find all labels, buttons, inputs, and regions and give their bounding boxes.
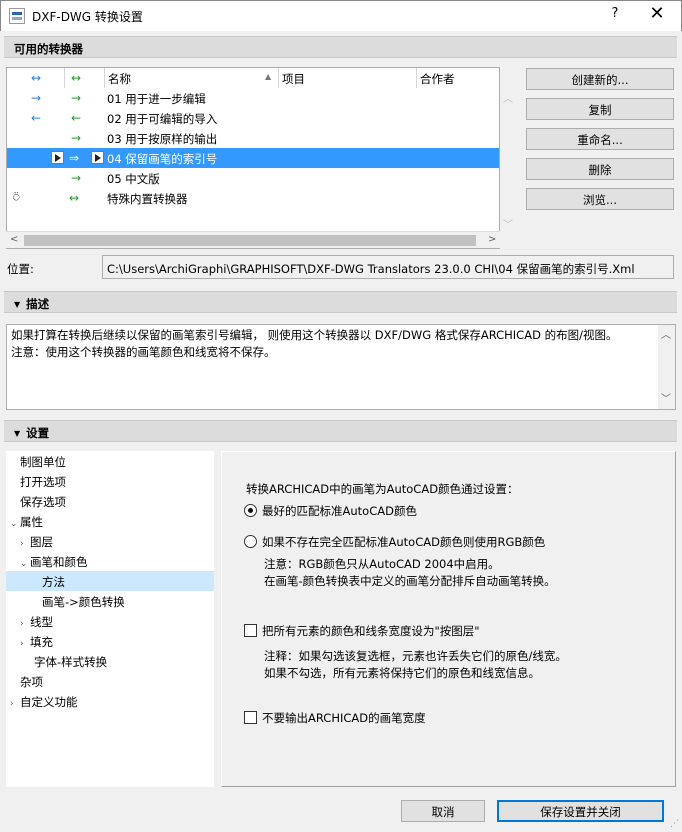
tree-item-open-options[interactable]: 打开选项 <box>6 471 214 491</box>
bidirectional-icon: ↔ <box>69 191 80 205</box>
section-title: 设置 <box>26 426 50 440</box>
column-header-project[interactable]: 项目 <box>279 68 417 88</box>
chevron-down-icon[interactable]: ⌄ <box>20 559 30 569</box>
translator-row[interactable]: → 05 中文版 <box>7 168 499 188</box>
import-direction-icon: → <box>31 91 42 105</box>
radio-best-match[interactable] <box>244 504 257 517</box>
section-title: 可用的转换器 <box>14 42 83 56</box>
location-path-field: C:\Users\ArchiGraphi\GRAPHISOFT\DXF-DWG … <box>102 255 674 279</box>
translator-row[interactable]: → → 01 用于进一步编辑 <box>7 88 499 108</box>
description-header[interactable]: ▼ 描述 <box>4 291 677 313</box>
export-direction-icon: → <box>71 131 82 145</box>
settings-panel: 转换ARCHICAD中的画笔为AutoCAD颜色通过设置： 最好的匹配标准Aut… <box>221 451 676 787</box>
translator-row[interactable]: ⍥ ↔ 特殊内置转换器 <box>7 188 499 208</box>
scroll-down-icon[interactable]: ﹀ <box>661 391 671 408</box>
sort-asc-icon: ▲ <box>265 72 272 81</box>
column-header-name[interactable]: 名称 ▲ <box>105 68 279 88</box>
tree-item-custom-features[interactable]: › 自定义功能 <box>6 691 214 711</box>
delete-button[interactable]: 删除 <box>526 158 674 180</box>
translator-row[interactable]: ← ← 02 用于可编辑的导入 <box>7 108 499 128</box>
checkbox-no-pen-width[interactable] <box>244 711 257 724</box>
translator-row-selected[interactable]: ⇒ 04 保留画笔的索引号 <box>7 148 499 168</box>
translator-name: 03 用于按原样的输出 <box>107 132 218 146</box>
note-by-layer-line-2: 如果不勾选，所有元素将保持它们的原色和线宽信息。 <box>264 666 540 680</box>
cancel-button[interactable]: 取消 <box>401 800 485 822</box>
tree-item-pen-color-mapping[interactable]: 画笔->颜色转换 <box>6 591 214 611</box>
tree-item-layers[interactable]: › 图层 <box>6 531 214 551</box>
lock-icon: ⍥ <box>13 191 20 204</box>
tree-item-fills[interactable]: › 填充 <box>6 631 214 651</box>
checkbox-by-layer-label[interactable]: 把所有元素的颜色和线条宽度设为"按图层" <box>262 623 480 639</box>
column-header-direction-2[interactable]: ↔ <box>65 68 105 88</box>
chevron-right-icon[interactable]: › <box>20 639 30 649</box>
play-icon <box>51 151 64 164</box>
available-translators-header: 可用的转换器 <box>4 36 677 58</box>
save-and-close-button[interactable]: 保存设置并关闭 <box>497 800 664 822</box>
panel-heading: 转换ARCHICAD中的画笔为AutoCAD颜色通过设置： <box>246 482 519 496</box>
scroll-down-icon[interactable]: ﹀ <box>503 216 513 231</box>
translator-row[interactable]: → 03 用于按原样的输出 <box>7 128 499 148</box>
import-direction-icon: ⇒ <box>69 151 80 165</box>
scroll-up-icon[interactable]: ︿ <box>661 327 671 344</box>
duplicate-button[interactable]: 复制 <box>526 98 674 120</box>
app-icon <box>9 8 25 24</box>
tree-item-method[interactable]: 方法 <box>6 571 214 591</box>
scrollbar-thumb[interactable] <box>24 235 476 246</box>
checkbox-no-pen-width-label[interactable]: 不要输出ARCHICAD的画笔宽度 <box>262 710 426 726</box>
translator-name: 05 中文版 <box>107 172 160 186</box>
column-header-partner[interactable]: 合作者 <box>417 68 499 88</box>
chevron-right-icon[interactable]: › <box>10 699 20 709</box>
export-direction-icon: ← <box>71 111 82 125</box>
collapse-triangle-icon[interactable]: ▼ <box>14 429 20 438</box>
close-button[interactable]: ✕ <box>645 3 669 24</box>
window-title: DXF-DWG 转换设置 <box>32 10 143 24</box>
translator-name: 04 保留画笔的索引号 <box>107 152 218 166</box>
scroll-right-icon[interactable]: > <box>488 234 496 245</box>
scroll-up-icon[interactable]: ︿ <box>503 90 513 105</box>
collapse-triangle-icon[interactable]: ▼ <box>14 300 20 309</box>
radio-use-rgb-label[interactable]: 如果不存在完全匹配标准AutoCAD颜色则使用RGB颜色 <box>262 534 545 550</box>
import-direction-icon: ← <box>31 111 42 125</box>
chevron-right-icon[interactable]: › <box>20 619 30 629</box>
tree-item-font-style[interactable]: 字体-样式转换 <box>6 651 214 671</box>
translator-name: 02 用于可编辑的导入 <box>107 112 218 126</box>
description-line-2: 注意：使用这个转换器的画笔颜色和线宽将不保存。 <box>11 345 276 359</box>
tree-item-drawing-units[interactable]: 制图单位 <box>6 451 214 471</box>
export-direction-icon: → <box>71 91 82 105</box>
tree-item-save-options[interactable]: 保存选项 <box>6 491 214 511</box>
translator-name: 01 用于进一步编辑 <box>107 92 206 106</box>
radio-best-match-label[interactable]: 最好的匹配标准AutoCAD颜色 <box>262 503 417 519</box>
rename-button[interactable]: 重命名... <box>526 128 674 150</box>
section-title: 描述 <box>26 297 50 311</box>
settings-header[interactable]: ▼ 设置 <box>4 420 677 442</box>
tree-item-pens-colors[interactable]: ⌄ 画笔和颜色 <box>6 551 214 571</box>
settings-tree[interactable]: 制图单位 打开选项 保存选项 ⌄ 属性 › 图层 ⌄ 画笔和颜色 方法 画笔->颜色转… <box>6 451 214 787</box>
note-rgb-line-2: 在画笔-颜色转换表中定义的画笔分配排斥自动画笔转换。 <box>264 574 556 588</box>
translator-name: 特殊内置转换器 <box>107 192 188 206</box>
column-header-direction-1[interactable]: ↔ <box>7 68 65 88</box>
note-by-layer-line-1: 注释：如果勾选该复选框，元素也许丢失它们的原色/线宽。 <box>264 649 567 663</box>
resize-grip-icon[interactable]: ⋰ <box>670 819 679 829</box>
description-text-box: 如果打算在转换后继续以保留的画笔索引号编辑， 则使用这个转换器以 DXF/DWG… <box>6 324 676 410</box>
tree-item-misc[interactable]: 杂项 <box>6 671 214 691</box>
browse-button[interactable]: 浏览... <box>526 188 674 210</box>
checkbox-by-layer[interactable] <box>244 624 257 637</box>
radio-use-rgb[interactable] <box>244 535 257 548</box>
play-icon <box>91 151 104 164</box>
translator-list[interactable]: ↔ ↔ 名称 ▲ 项目 合作者 → → 01 用于进一步编辑 ← ← 02 用于… <box>6 67 500 249</box>
note-rgb-line-1: 注意：RGB颜色只从AutoCAD 2004中启用。 <box>264 557 500 571</box>
scroll-left-icon[interactable]: < <box>10 234 18 245</box>
horizontal-scrollbar[interactable]: < > <box>6 231 500 248</box>
chevron-right-icon[interactable]: › <box>20 539 30 549</box>
create-new-button[interactable]: 创建新的... <box>526 68 674 90</box>
tree-item-attributes[interactable]: ⌄ 属性 <box>6 511 214 531</box>
description-line-1: 如果打算在转换后继续以保留的画笔索引号编辑， 则使用这个转换器以 DXF/DWG… <box>11 328 618 342</box>
help-button[interactable]: ? <box>605 6 625 21</box>
column-header-name-label: 名称 <box>108 72 131 86</box>
tree-item-line-types[interactable]: › 线型 <box>6 611 214 631</box>
vertical-scrollbar[interactable]: ︿ ﹀ <box>658 325 675 409</box>
export-direction-icon: → <box>71 171 82 185</box>
location-label: 位置: <box>7 262 34 276</box>
chevron-down-icon[interactable]: ⌄ <box>10 519 20 529</box>
